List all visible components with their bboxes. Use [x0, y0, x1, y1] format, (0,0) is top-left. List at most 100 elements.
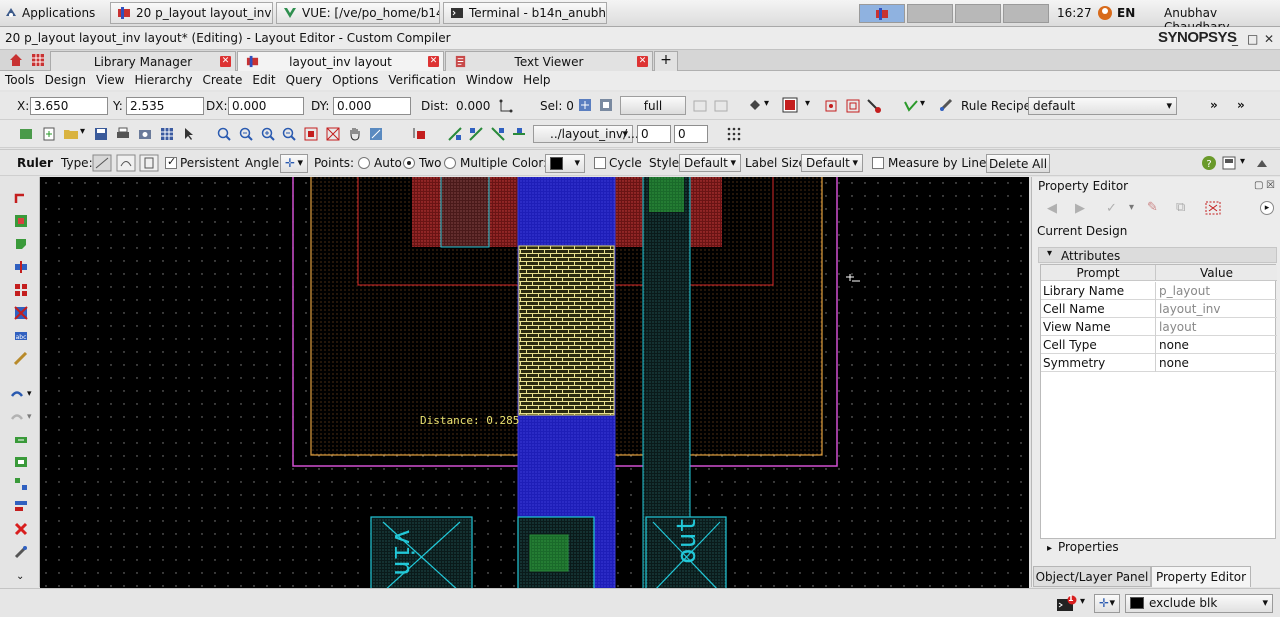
- label-size-dropdown[interactable]: Default: [801, 154, 863, 172]
- layer-select-dropdown[interactable]: exclude blk: [1125, 594, 1273, 613]
- menu-options[interactable]: Options: [327, 71, 383, 90]
- menu-window[interactable]: Window: [461, 71, 518, 90]
- value-cell[interactable]: none: [1159, 356, 1189, 370]
- zoom-out-icon[interactable]: [238, 126, 254, 142]
- applications-menu[interactable]: Applications: [4, 3, 95, 23]
- zoom-out-minus-icon[interactable]: [281, 126, 297, 142]
- angle-dropdown[interactable]: ✛: [280, 154, 308, 173]
- open-folder-icon[interactable]: [63, 126, 79, 142]
- return-top-icon[interactable]: [511, 126, 527, 142]
- view-prev-icon[interactable]: [692, 98, 708, 114]
- rule-recipe-dropdown[interactable]: default: [1028, 97, 1177, 115]
- copy-tool-icon[interactable]: [10, 410, 24, 424]
- array-tool-icon[interactable]: [14, 283, 28, 297]
- layout-canvas[interactable]: Distance: 0.285 vin out: [40, 177, 1029, 588]
- ruler-type-arc-icon[interactable]: [116, 154, 136, 172]
- measure-by-line-checkbox[interactable]: [872, 157, 884, 169]
- help-icon[interactable]: ?: [1201, 155, 1217, 171]
- forward-icon[interactable]: ▶: [1075, 201, 1085, 216]
- chevron-down-icon[interactable]: ▾: [1240, 156, 1245, 167]
- cycle-checkbox[interactable]: [594, 157, 606, 169]
- points-auto-radio[interactable]: [358, 157, 370, 169]
- close-button[interactable]: ✕: [1264, 32, 1274, 46]
- chevron-down-icon[interactable]: ▾: [27, 412, 32, 422]
- select-props-icon[interactable]: [1203, 199, 1223, 217]
- color-swatch-icon[interactable]: [782, 97, 798, 113]
- chevron-down-icon[interactable]: ▾: [80, 126, 85, 137]
- fit-view-icon[interactable]: [303, 126, 319, 142]
- view-mode-button[interactable]: full: [620, 96, 686, 115]
- toolbar-overflow-button[interactable]: »: [1210, 98, 1218, 112]
- toolbar-overflow-button[interactable]: »: [1237, 98, 1245, 112]
- language-indicator[interactable]: EN: [1117, 6, 1135, 20]
- display-level-from[interactable]: 0: [637, 125, 671, 143]
- points-multiple-radio[interactable]: [444, 157, 456, 169]
- persistent-checkbox[interactable]: ✓: [165, 155, 177, 169]
- rule-recipe-icon[interactable]: [938, 97, 954, 113]
- tab-text-viewer[interactable]: Text Viewer ✕: [445, 51, 653, 71]
- points-two-radio[interactable]: [403, 157, 415, 169]
- dy-field[interactable]: 0.000: [333, 97, 411, 115]
- redraw-icon[interactable]: [368, 126, 384, 142]
- workspace-4[interactable]: [1003, 4, 1049, 23]
- snap-icon[interactable]: [498, 98, 514, 114]
- zoom-fit-icon[interactable]: [823, 98, 839, 114]
- print-icon[interactable]: [115, 126, 131, 142]
- close-icon[interactable]: ✕: [428, 56, 439, 67]
- tab-library-manager[interactable]: Library Manager ✕: [50, 51, 236, 71]
- dock-icon[interactable]: [1221, 155, 1237, 171]
- close-icon[interactable]: ✕: [637, 56, 648, 67]
- menu-query[interactable]: Query: [281, 71, 327, 90]
- descend-icon[interactable]: [447, 126, 463, 142]
- float-panel-icon[interactable]: ▢: [1254, 180, 1263, 191]
- property-tool-icon[interactable]: [14, 545, 28, 559]
- stretch-tool-icon[interactable]: [14, 433, 28, 447]
- chop-tool-icon[interactable]: [14, 477, 28, 491]
- message-icon[interactable]: [1056, 595, 1078, 613]
- chevron-down-icon[interactable]: ▾: [1080, 596, 1085, 607]
- select-filter-icon[interactable]: [577, 97, 593, 113]
- back-icon[interactable]: ◀: [1047, 201, 1057, 216]
- workspace-2[interactable]: [907, 4, 953, 23]
- home-icon[interactable]: [9, 53, 23, 67]
- tab-layout-inv[interactable]: layout_inv layout ✕: [237, 51, 444, 71]
- fit-selection-icon[interactable]: [325, 126, 341, 142]
- snap-mode-dropdown[interactable]: ✛: [1094, 594, 1120, 613]
- restore-button[interactable]: □: [1247, 32, 1258, 46]
- ruler-type-box-icon[interactable]: [139, 154, 159, 172]
- workspace-1[interactable]: [859, 4, 905, 23]
- new-file-icon[interactable]: [41, 126, 57, 142]
- attributes-section-header[interactable]: ▾ Attributes: [1038, 247, 1277, 263]
- menu-view[interactable]: View: [91, 71, 129, 90]
- reset-icon[interactable]: ✎: [1147, 200, 1158, 215]
- move-tool-icon[interactable]: [10, 387, 24, 401]
- properties-section-header[interactable]: ▸ Properties: [1037, 540, 1119, 554]
- save-icon[interactable]: [93, 126, 109, 142]
- close-panel-icon[interactable]: ☒: [1266, 180, 1275, 191]
- keyboard-layout-icon[interactable]: [1097, 5, 1113, 21]
- zoom-box-icon[interactable]: [845, 98, 861, 114]
- chevron-down-icon[interactable]: ▾: [920, 98, 925, 109]
- chevron-down-icon[interactable]: ▾: [764, 98, 769, 109]
- align-tool-icon[interactable]: [14, 499, 28, 513]
- pan-hand-icon[interactable]: [347, 126, 363, 142]
- split-tool-icon[interactable]: [14, 260, 28, 274]
- layer-palette-icon[interactable]: [159, 126, 175, 142]
- apply-icon[interactable]: ✓: [1106, 201, 1117, 216]
- style-dropdown[interactable]: Default: [679, 154, 741, 172]
- menu-create[interactable]: Create: [198, 71, 248, 90]
- descend-edit-icon[interactable]: [468, 126, 484, 142]
- delete-all-button[interactable]: Delete All: [986, 154, 1050, 173]
- task-layout-editor[interactable]: 20 p_layout layout_inv ...: [110, 2, 273, 24]
- path-tool-icon[interactable]: [14, 191, 28, 205]
- more-options-icon[interactable]: ▸: [1260, 201, 1274, 215]
- dx-field[interactable]: 0.000: [228, 97, 304, 115]
- grid-dots-icon[interactable]: [726, 126, 742, 142]
- new-tab-button[interactable]: +: [654, 51, 678, 71]
- merge-tool-icon[interactable]: [14, 455, 28, 469]
- delete-tool-icon[interactable]: [14, 522, 28, 536]
- menu-hierarchy[interactable]: Hierarchy: [129, 71, 197, 90]
- ruler-tool-icon[interactable]: [14, 352, 28, 366]
- view-next-icon[interactable]: [713, 98, 729, 114]
- tab-object-layer-panel[interactable]: Object/Layer Panel: [1033, 566, 1151, 587]
